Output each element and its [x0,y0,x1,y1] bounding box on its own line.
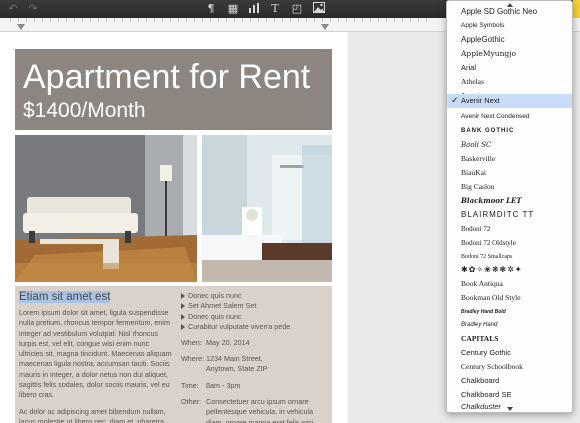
bullet-arrow-icon [181,293,185,299]
chart-icon[interactable] [247,2,261,15]
details-textbox[interactable]: Etiam sit amet est Lorem ipsum dolor sit… [15,286,332,423]
sidebar-tab[interactable] [573,0,580,18]
document-page[interactable]: Apartment for Rent $1400/Month Etiam sit… [0,32,348,423]
bullet-text: Donec quis nunc [188,291,242,300]
where-label: Where: [181,354,205,363]
ruler-ticks [10,18,430,32]
bathroom-photo[interactable] [202,135,332,282]
other-value: Consectetuer arcu ipsum ornare pellentes… [206,397,316,423]
text-icon[interactable]: T [268,2,282,15]
font-item-label: Avenir Next [461,96,500,105]
body-paragraph-2[interactable]: Ac dolor ac adipiscing amet bibendum nul… [19,407,174,423]
other-label: Other: [181,397,201,406]
body-text[interactable]: Lorem ipsum dolor sit amet, ligula suspe… [19,308,174,423]
time-label: Time: [181,381,199,390]
where-value-line-1: 1234 Main Street, [206,354,263,363]
bullet-text: Curabitur vulputate viverra pede [188,321,291,331]
bullet-text: Donec quis nunc [188,311,242,321]
when-value: May 20, 2014 [206,338,250,347]
living-room-graphic [15,135,197,282]
table-icon[interactable]: ▦ [226,2,240,15]
chart-icon-graphic [249,3,259,13]
shape-icon[interactable]: ◰ [290,2,304,15]
checkmark-icon: ✓ [451,96,459,106]
list-item: Set Ahmet Salem Set [181,301,331,311]
scroll-down-icon[interactable] [507,407,513,411]
when-label: When: [181,338,202,347]
living-room-photo[interactable] [15,135,197,282]
title-banner[interactable]: Apartment for Rent $1400/Month [15,49,332,130]
time-value: 8am - 3pm [206,381,241,390]
font-dropdown-menu[interactable]: Apple SD Gothic Neo Apple Symbols AppleG… [446,0,573,413]
bathroom-graphic [202,135,332,282]
bullet-list[interactable]: Donec quis nunc Set Ahmet Salem Set Done… [181,291,331,332]
media-icon-graphic [313,2,325,13]
media-icon[interactable] [312,2,326,15]
section-heading[interactable]: Etiam sit amet est [19,291,111,303]
flyer-price[interactable]: $1400/Month [23,99,146,123]
left-indent-marker[interactable] [17,24,25,30]
where-value-line-2: Anytown, State ZIP [206,364,268,373]
list-item: Curabitur vulputate viverra pede [181,322,331,332]
body-paragraph-1[interactable]: Lorem ipsum dolor sit amet, ligula suspe… [19,308,174,401]
redo-icon[interactable]: ↷ [26,2,40,15]
list-item: Donec quis nunc [181,291,331,301]
right-indent-marker[interactable] [321,24,329,30]
bullet-text: Set Ahmet Salem Set [188,301,257,311]
paragraph-icon[interactable]: ¶ [204,2,218,15]
undo-icon[interactable]: ↶ [6,2,20,15]
heading-text-selected[interactable]: Etiam sit amet est [19,291,111,303]
bullet-arrow-icon [181,313,185,320]
font-item-avenir-next[interactable]: ✓ Avenir Next [447,94,572,108]
bullet-arrow-icon [181,323,185,330]
flyer-title[interactable]: Apartment for Rent [23,59,310,95]
bullet-arrow-icon [181,303,185,310]
list-item: Donec quis nunc [181,312,331,322]
